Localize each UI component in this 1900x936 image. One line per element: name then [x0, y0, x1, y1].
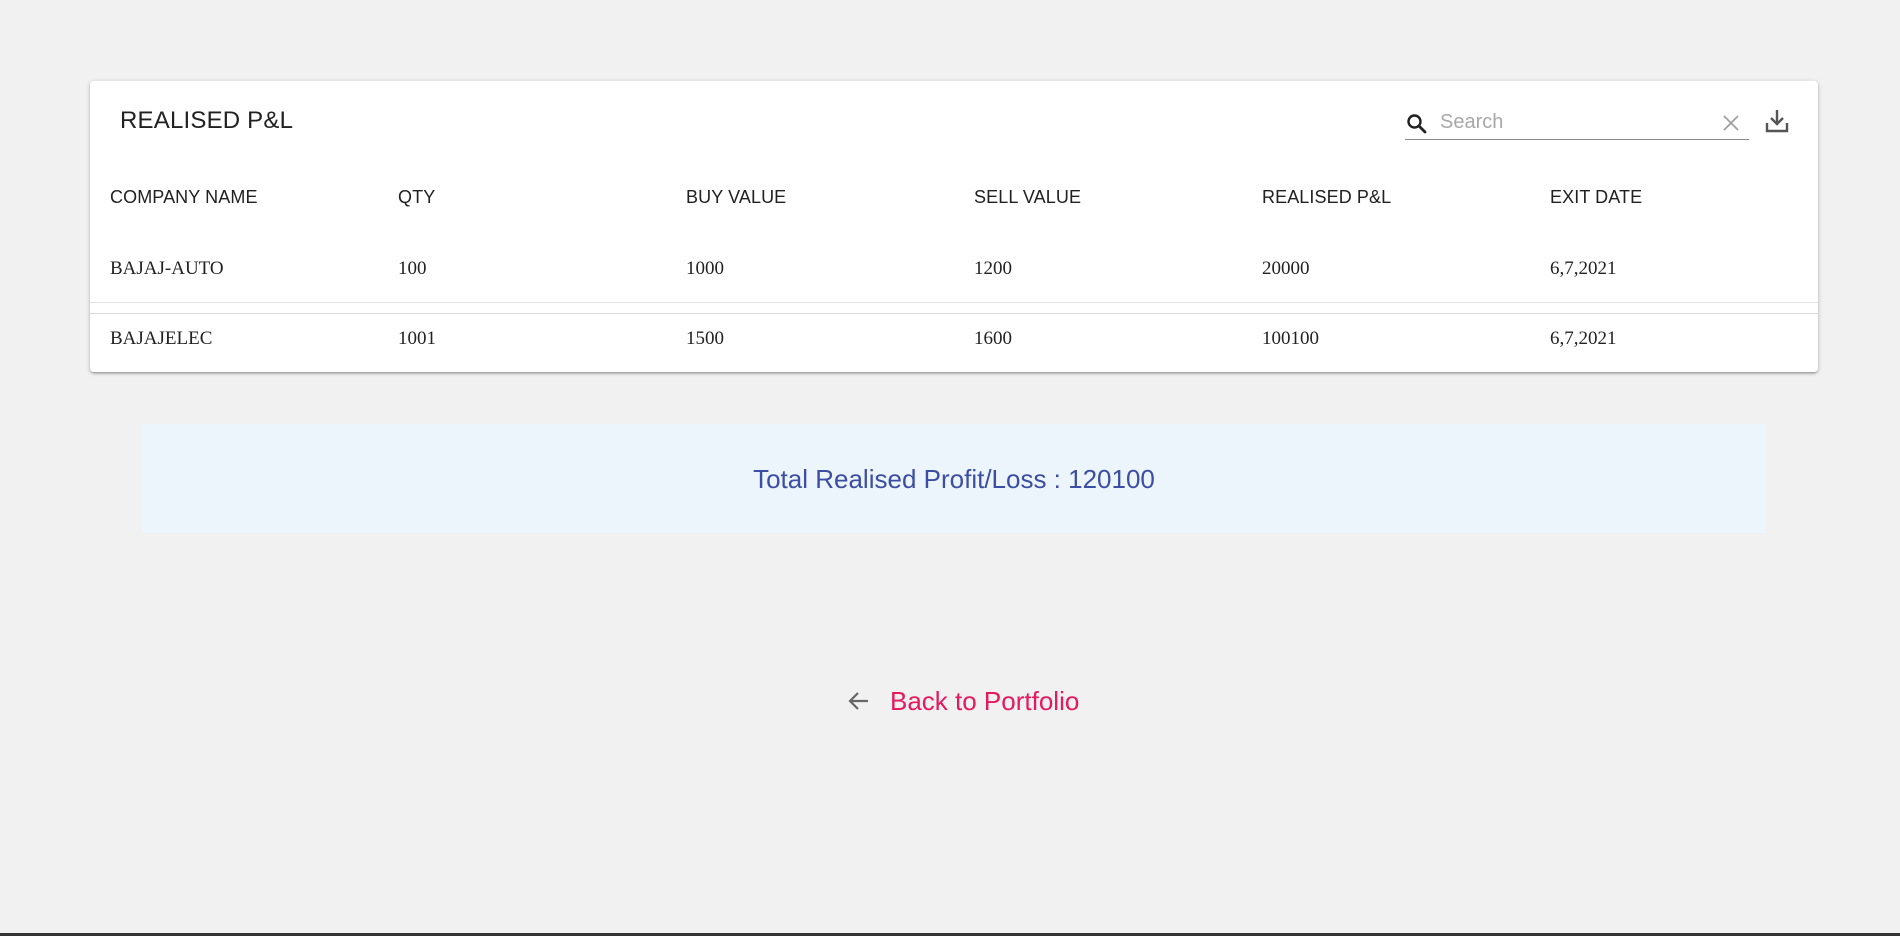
search-field[interactable]	[1405, 105, 1749, 140]
arrow-left-icon	[848, 692, 868, 710]
column-header-exit-date[interactable]: EXIT DATE	[1550, 187, 1642, 208]
search-icon	[1407, 114, 1427, 134]
total-pnl-text: Total Realised Profit/Loss : 120100	[753, 464, 1155, 494]
cell-realised-pnl: 20000	[1262, 258, 1310, 279]
total-pnl-summary: Total Realised Profit/Loss : 120100	[142, 424, 1766, 533]
cell-company-name: BAJAJ-AUTO	[110, 258, 224, 279]
back-to-portfolio-link[interactable]: Back to Portfolio	[846, 684, 1079, 718]
search-input[interactable]	[1440, 107, 1700, 137]
column-header-company-name[interactable]: COMPANY NAME	[110, 187, 258, 208]
cell-qty: 1001	[398, 328, 436, 349]
download-icon[interactable]	[1763, 107, 1791, 135]
table-row: BAJAJ-AUTO 100 1000 1200 20000 6,7,2021	[90, 233, 1818, 303]
cell-exit-date: 6,7,2021	[1550, 258, 1617, 279]
realised-pnl-card: REALISED P&L COMPANY NAME QTY BUY VALUE …	[90, 81, 1818, 372]
cell-realised-pnl: 100100	[1262, 328, 1319, 349]
column-header-buy-value[interactable]: BUY VALUE	[686, 187, 786, 208]
cell-buy-value: 1000	[686, 258, 724, 279]
close-icon[interactable]	[1721, 113, 1741, 133]
back-to-portfolio-label: Back to Portfolio	[890, 685, 1080, 716]
cell-qty: 100	[398, 258, 427, 279]
cell-company-name: BAJAJELEC	[110, 328, 213, 349]
column-header-realised-pnl[interactable]: REALISED P&L	[1262, 187, 1391, 208]
table-toolbar: REALISED P&L	[90, 81, 1818, 161]
page-title: REALISED P&L	[120, 107, 294, 134]
cell-sell-value: 1600	[974, 328, 1012, 349]
cell-exit-date: 6,7,2021	[1550, 328, 1617, 349]
column-header-qty[interactable]: QTY	[398, 187, 435, 208]
table-row: BAJAJELEC 1001 1500 1600 100100 6,7,2021	[90, 303, 1818, 372]
cell-buy-value: 1500	[686, 328, 724, 349]
cell-sell-value: 1200	[974, 258, 1012, 279]
column-header-sell-value[interactable]: SELL VALUE	[974, 187, 1081, 208]
